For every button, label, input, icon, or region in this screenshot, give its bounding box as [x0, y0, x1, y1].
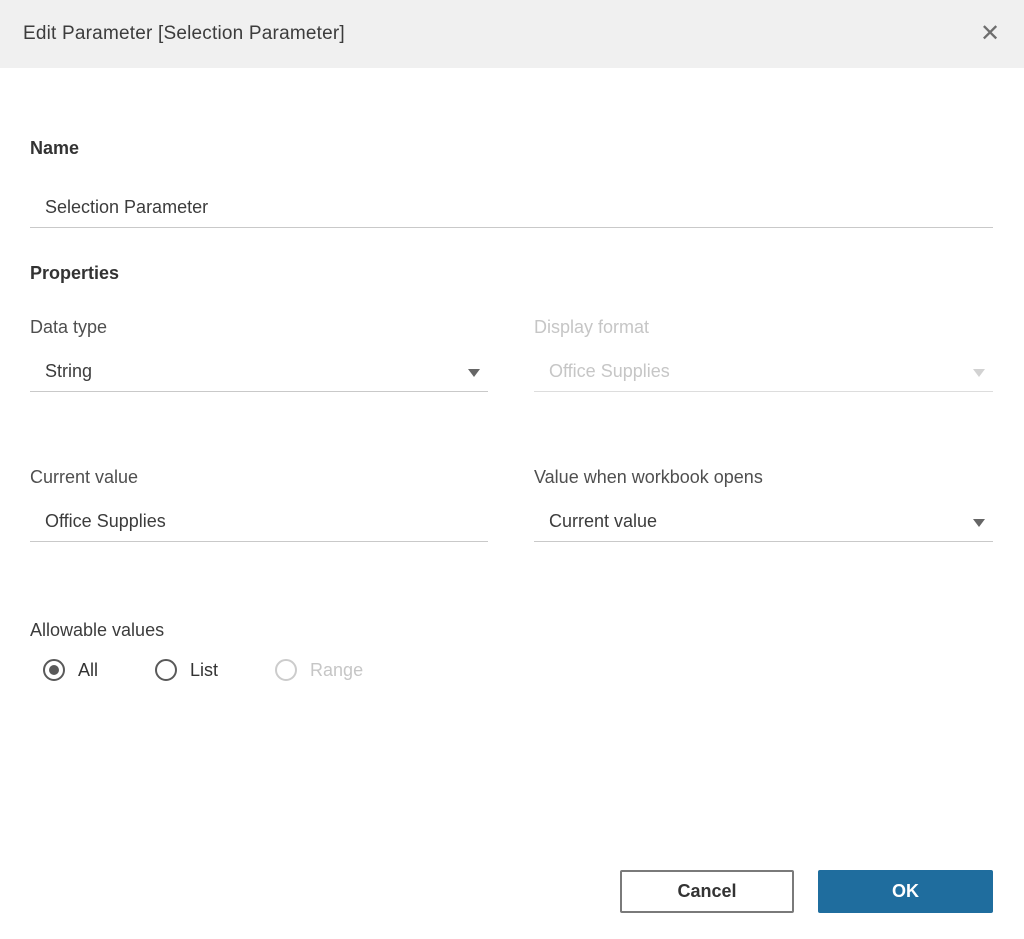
display-format-value: Office Supplies	[549, 361, 670, 381]
radio-list-label: List	[190, 659, 219, 680]
radio-all[interactable]: All	[43, 659, 98, 681]
current-value-field-wrap	[30, 500, 488, 542]
chevron-down-icon	[973, 519, 985, 527]
data-type-dropdown[interactable]: String	[30, 350, 488, 392]
radio-all-label: All	[78, 659, 99, 680]
edit-parameter-dialog: Edit Parameter [Selection Parameter] ✕ N…	[0, 0, 1024, 939]
name-label: Name	[30, 138, 80, 158]
radio-unselected-icon	[155, 659, 178, 681]
close-icon[interactable]: ✕	[970, 14, 1010, 54]
cancel-button[interactable]: Cancel	[620, 870, 794, 913]
display-format-label: Display format	[534, 317, 650, 337]
radio-list[interactable]: List	[155, 659, 218, 681]
chevron-down-icon	[468, 369, 480, 377]
display-format-dropdown: Office Supplies	[534, 350, 993, 392]
radio-range: Range	[275, 659, 363, 681]
ok-button[interactable]: OK	[818, 870, 993, 913]
data-type-value: String	[45, 361, 93, 381]
name-field-wrap	[30, 186, 993, 228]
data-type-label: Data type	[30, 317, 108, 337]
properties-heading: Properties	[30, 263, 120, 283]
current-value-input[interactable]	[30, 511, 488, 541]
dialog-header: Edit Parameter [Selection Parameter] ✕	[0, 0, 1024, 68]
radio-disabled-icon	[275, 659, 298, 681]
dialog-title: Edit Parameter [Selection Parameter]	[23, 23, 345, 44]
radio-selected-icon	[43, 659, 65, 681]
value-when-workbook-opens-value: Current value	[549, 511, 658, 531]
value-when-workbook-opens-label: Value when workbook opens	[534, 467, 763, 487]
radio-range-label: Range	[310, 659, 364, 680]
value-when-workbook-opens-dropdown[interactable]: Current value	[534, 500, 993, 542]
allowable-values-radio-group: All List Range	[43, 659, 363, 681]
name-input[interactable]	[30, 197, 993, 227]
current-value-label: Current value	[30, 467, 139, 487]
allowable-values-label: Allowable values	[30, 620, 165, 640]
chevron-down-icon	[973, 369, 985, 377]
